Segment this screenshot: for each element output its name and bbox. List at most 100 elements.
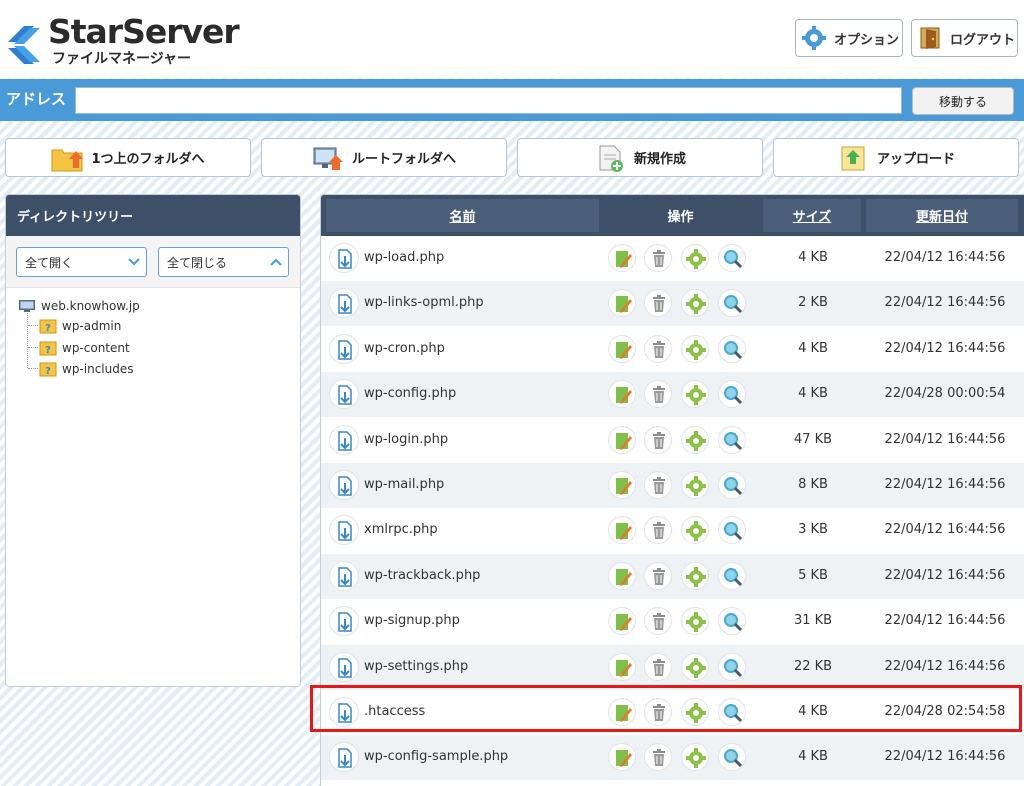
column-size-header[interactable]: サイズ (763, 199, 861, 232)
tree-root[interactable]: web.knowhow.jp (18, 298, 140, 314)
file-download-icon[interactable] (329, 697, 359, 727)
expand-all-select[interactable]: 全て開く (16, 247, 147, 277)
trash-icon[interactable] (644, 334, 672, 363)
edit-icon[interactable] (608, 607, 636, 636)
edit-icon[interactable] (608, 334, 636, 363)
root-folder-button[interactable]: ルートフォルダへ (261, 138, 507, 177)
column-name-header[interactable]: 名前 (326, 199, 599, 232)
table-row[interactable]: wp-login.php 47 KB 22/04/12 16:44:56 (321, 417, 1024, 463)
option-button[interactable]: オプション (795, 19, 903, 57)
go-button[interactable]: 移動する (912, 87, 1014, 115)
trash-icon[interactable] (644, 425, 672, 454)
file-name[interactable]: wp-login.php (364, 432, 448, 447)
zoom-icon[interactable] (718, 743, 746, 772)
collapse-all-select[interactable]: 全て閉じる (158, 247, 289, 277)
file-name[interactable]: wp-links-opml.php (364, 295, 484, 310)
table-row[interactable]: wp-config.php 4 KB 22/04/28 00:00:54 (321, 372, 1024, 418)
gear-icon[interactable] (681, 425, 709, 454)
trash-icon[interactable] (644, 652, 672, 681)
zoom-icon[interactable] (718, 607, 746, 636)
parent-folder-button[interactable]: 1つ上のフォルダへ (5, 138, 251, 177)
trash-icon[interactable] (644, 561, 672, 590)
zoom-icon[interactable] (718, 244, 746, 272)
logout-button[interactable]: ログアウト (911, 19, 1018, 57)
zoom-icon[interactable] (718, 698, 746, 726)
trash-icon[interactable] (644, 471, 672, 499)
gear-icon[interactable] (681, 561, 709, 590)
file-name[interactable]: xmlrpc.php (364, 522, 438, 537)
table-row[interactable]: wp-settings.php 22 KB 22/04/12 16:44:56 (321, 644, 1024, 690)
gear-icon[interactable] (681, 516, 709, 545)
file-download-icon[interactable] (329, 470, 359, 500)
file-download-icon[interactable] (329, 379, 359, 410)
gear-icon[interactable] (681, 244, 709, 272)
edit-icon[interactable] (608, 743, 636, 772)
column-date-header[interactable]: 更新日付 (866, 199, 1018, 232)
new-file-button[interactable]: 新規作成 (517, 138, 763, 177)
trash-icon[interactable] (644, 289, 672, 318)
edit-icon[interactable] (608, 380, 636, 409)
gear-icon[interactable] (681, 743, 709, 772)
file-name[interactable]: wp-signup.php (364, 613, 460, 628)
trash-icon[interactable] (644, 607, 672, 636)
tree-item-wp-admin[interactable]: ? wp-admin (39, 318, 121, 334)
file-name[interactable]: wp-mail.php (364, 477, 444, 492)
edit-icon[interactable] (608, 698, 636, 726)
file-name[interactable]: wp-config-sample.php (364, 749, 508, 764)
file-download-icon[interactable] (329, 288, 359, 319)
tree-item-wp-content[interactable]: ? wp-content (39, 340, 130, 356)
gear-icon[interactable] (681, 380, 709, 409)
file-download-icon[interactable] (329, 651, 359, 682)
file-name[interactable]: wp-load.php (364, 250, 444, 265)
table-row[interactable]: wp-load.php 4 KB 22/04/12 16:44:56 (321, 236, 1024, 281)
address-input[interactable] (75, 87, 902, 114)
table-row[interactable]: wp-signup.php 31 KB 22/04/12 16:44:56 (321, 599, 1024, 645)
zoom-icon[interactable] (718, 289, 746, 318)
file-name[interactable]: .htaccess (364, 704, 425, 719)
edit-icon[interactable] (608, 244, 636, 272)
edit-icon[interactable] (608, 471, 636, 499)
trash-icon[interactable] (644, 516, 672, 545)
file-name[interactable]: wp-cron.php (364, 341, 445, 356)
gear-icon[interactable] (681, 289, 709, 318)
table-row[interactable]: wp-mail.php 8 KB 22/04/12 16:44:56 (321, 463, 1024, 508)
gear-icon[interactable] (681, 334, 709, 363)
file-download-icon[interactable] (329, 742, 359, 773)
table-row[interactable]: wp-links-opml.php 2 KB 22/04/12 16:44:56 (321, 281, 1024, 327)
trash-icon[interactable] (644, 698, 672, 726)
file-download-icon[interactable] (329, 515, 359, 546)
starserver-logo[interactable]: StarServer ファイルマネージャー (4, 12, 244, 68)
gear-icon[interactable] (681, 471, 709, 499)
zoom-icon[interactable] (718, 561, 746, 590)
table-row[interactable]: .htaccess 4 KB 22/04/28 02:54:58 (321, 690, 1024, 735)
file-name[interactable]: wp-trackback.php (364, 568, 480, 583)
zoom-icon[interactable] (718, 380, 746, 409)
file-name[interactable]: wp-settings.php (364, 659, 468, 674)
gear-icon[interactable] (681, 607, 709, 636)
gear-icon[interactable] (681, 698, 709, 726)
file-download-icon[interactable] (329, 333, 359, 364)
table-row[interactable]: wp-trackback.php 5 KB 22/04/12 16:44:56 (321, 553, 1024, 599)
edit-icon[interactable] (608, 561, 636, 590)
file-download-icon[interactable] (329, 243, 359, 273)
table-row[interactable]: xmlrpc.php 3 KB 22/04/12 16:44:56 (321, 508, 1024, 554)
file-download-icon[interactable] (329, 606, 359, 637)
zoom-icon[interactable] (718, 516, 746, 545)
gear-icon[interactable] (681, 652, 709, 681)
file-download-icon[interactable] (329, 424, 359, 455)
trash-icon[interactable] (644, 380, 672, 409)
table-row[interactable]: wp-config-sample.php 4 KB 22/04/12 16:44… (321, 735, 1024, 781)
trash-icon[interactable] (644, 743, 672, 772)
zoom-icon[interactable] (718, 334, 746, 363)
zoom-icon[interactable] (718, 425, 746, 454)
table-row[interactable]: wp-cron.php 4 KB 22/04/12 16:44:56 (321, 326, 1024, 372)
edit-icon[interactable] (608, 516, 636, 545)
zoom-icon[interactable] (718, 471, 746, 499)
edit-icon[interactable] (608, 425, 636, 454)
edit-icon[interactable] (608, 289, 636, 318)
zoom-icon[interactable] (718, 652, 746, 681)
tree-item-wp-includes[interactable]: ? wp-includes (39, 361, 134, 377)
edit-icon[interactable] (608, 652, 636, 681)
file-name[interactable]: wp-config.php (364, 386, 456, 401)
file-download-icon[interactable] (329, 560, 359, 591)
